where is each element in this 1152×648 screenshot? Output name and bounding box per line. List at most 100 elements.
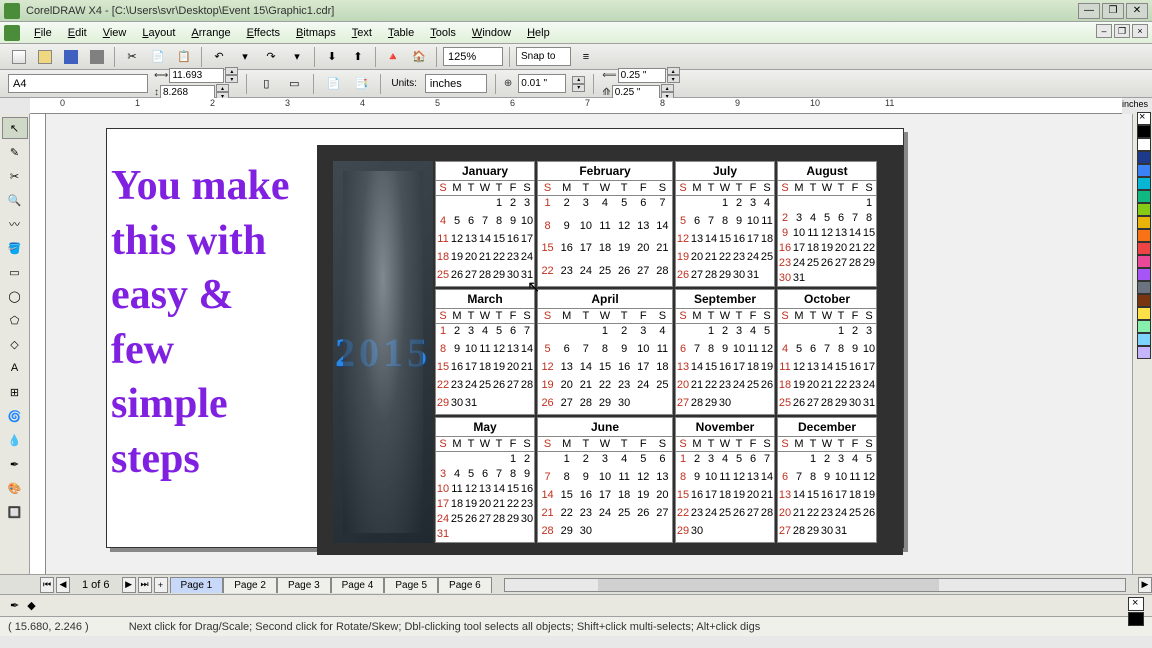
page-tab-6[interactable]: Page 6 <box>438 577 492 593</box>
last-page-button[interactable]: ⏭ <box>138 577 152 593</box>
month-may[interactable]: MaySMTWTFS123456789101112131415161718192… <box>435 417 535 543</box>
menu-effects[interactable]: Effects <box>239 25 288 41</box>
color-swatch[interactable] <box>1137 320 1151 333</box>
menu-bitmaps[interactable]: Bitmaps <box>288 25 344 41</box>
undo-dropdown[interactable]: ▾ <box>234 46 256 68</box>
new-button[interactable] <box>8 46 30 68</box>
fill-color-icon[interactable]: ◆ <box>27 599 35 612</box>
save-button[interactable] <box>60 46 82 68</box>
decorative-text-object[interactable]: You makethis witheasy &fewsimplesteps <box>111 159 290 487</box>
month-june[interactable]: JuneSMTWTFS12345678910111213141516171819… <box>537 417 673 543</box>
calendar-object[interactable]: JanuarySMTWTFS12345678910111213141516171… <box>317 145 903 555</box>
scroll-right-button[interactable]: ▶ <box>1138 577 1152 593</box>
menu-help[interactable]: Help <box>519 25 558 41</box>
color-swatch[interactable] <box>1137 268 1151 281</box>
page-tab-4[interactable]: Page 4 <box>331 577 385 593</box>
menu-text[interactable]: Text <box>344 25 380 41</box>
vertical-ruler[interactable] <box>30 114 46 574</box>
prev-page-button[interactable]: ◀ <box>56 577 70 593</box>
eyedropper-tool[interactable]: 💧 <box>2 429 28 451</box>
import-button[interactable]: ⬇ <box>321 46 343 68</box>
color-swatch[interactable] <box>1137 177 1151 190</box>
app-launcher-button[interactable]: 🔺 <box>382 46 404 68</box>
color-swatch[interactable] <box>1137 333 1151 346</box>
copy-button[interactable]: 📄 <box>147 46 169 68</box>
menu-table[interactable]: Table <box>380 25 422 41</box>
outline-tool[interactable]: ✒ <box>2 453 28 475</box>
canvas[interactable]: You makethis witheasy &fewsimplesteps Ja… <box>46 114 1132 574</box>
add-page-button[interactable]: + <box>154 577 168 593</box>
pick-tool[interactable]: ↖ <box>2 117 28 139</box>
redo-dropdown[interactable]: ▾ <box>286 46 308 68</box>
welcome-button[interactable]: 🏠 <box>408 46 430 68</box>
horizontal-scrollbar[interactable] <box>504 578 1126 592</box>
menu-layout[interactable]: Layout <box>134 25 183 41</box>
color-swatch[interactable] <box>1137 125 1151 138</box>
redo-button[interactable]: ↷ <box>260 46 282 68</box>
color-swatch[interactable] <box>1137 346 1151 359</box>
export-button[interactable]: ⬆ <box>347 46 369 68</box>
month-august[interactable]: AugustSMTWTFS123456789101112131415161718… <box>777 161 877 287</box>
table-tool[interactable]: ⊞ <box>2 381 28 403</box>
month-march[interactable]: MarchSMTWTFS1234567891011121314151617181… <box>435 289 535 415</box>
page-tab-2[interactable]: Page 2 <box>223 577 277 593</box>
color-swatch[interactable] <box>1137 138 1151 151</box>
basic-shapes-tool[interactable]: ◇ <box>2 333 28 355</box>
outline-swatch[interactable] <box>1128 612 1144 626</box>
month-july[interactable]: JulySMTWTFS12345678910111213141516171819… <box>675 161 775 287</box>
color-swatch[interactable] <box>1137 216 1151 229</box>
all-pages-button[interactable]: 📄 <box>322 73 344 95</box>
crop-tool[interactable]: ✂ <box>2 165 28 187</box>
no-color-swatch[interactable]: × <box>1137 112 1151 125</box>
month-january[interactable]: JanuarySMTWTFS12345678910111213141516171… <box>435 161 535 287</box>
paper-size-select[interactable] <box>8 74 148 93</box>
menu-view[interactable]: View <box>95 25 135 41</box>
color-swatch[interactable] <box>1137 255 1151 268</box>
current-page-button[interactable]: 📑 <box>350 73 372 95</box>
snap-to-select[interactable] <box>516 47 571 66</box>
close-button[interactable]: ✕ <box>1126 3 1148 19</box>
color-swatch[interactable] <box>1137 190 1151 203</box>
menu-arrange[interactable]: Arrange <box>183 25 238 41</box>
month-february[interactable]: FebruarySMTWTFS1234567891011121314151617… <box>537 161 673 287</box>
paste-button[interactable]: 📋 <box>173 46 195 68</box>
month-september[interactable]: SeptemberSMTWTFS123456789101112131415161… <box>675 289 775 415</box>
color-swatch[interactable] <box>1137 151 1151 164</box>
landscape-button[interactable]: ▭ <box>283 73 305 95</box>
print-button[interactable] <box>86 46 108 68</box>
rectangle-tool[interactable]: ▭ <box>2 261 28 283</box>
freehand-tool[interactable]: 〰 <box>2 213 28 235</box>
page-tab-3[interactable]: Page 3 <box>277 577 331 593</box>
page[interactable]: You makethis witheasy &fewsimplesteps Ja… <box>106 128 904 548</box>
color-swatch[interactable] <box>1137 307 1151 320</box>
text-tool[interactable]: A <box>2 357 28 379</box>
maximize-button[interactable]: ❐ <box>1102 3 1124 19</box>
page-tab-1[interactable]: Page 1 <box>170 577 224 593</box>
first-page-button[interactable]: ⏮ <box>40 577 54 593</box>
menu-tools[interactable]: Tools <box>422 25 464 41</box>
smart-fill-tool[interactable]: 🪣 <box>2 237 28 259</box>
units-select[interactable] <box>425 74 487 93</box>
polygon-tool[interactable]: ⬠ <box>2 309 28 331</box>
menu-window[interactable]: Window <box>464 25 519 41</box>
color-swatch[interactable] <box>1137 164 1151 177</box>
menu-edit[interactable]: Edit <box>60 25 95 41</box>
portrait-button[interactable]: ▯ <box>255 73 277 95</box>
nudge-distance-input[interactable] <box>518 74 566 93</box>
month-december[interactable]: DecemberSMTWTFS1234567891011121314151617… <box>777 417 877 543</box>
calendar-center-image[interactable]: 2015 <box>333 161 433 543</box>
outline-color-icon[interactable]: ✒ <box>10 599 19 612</box>
menu-file[interactable]: File <box>26 25 60 41</box>
color-swatch[interactable] <box>1137 281 1151 294</box>
color-swatch[interactable] <box>1137 294 1151 307</box>
open-button[interactable] <box>34 46 56 68</box>
doc-restore-button[interactable]: ❐ <box>1114 24 1130 38</box>
undo-button[interactable]: ↶ <box>208 46 230 68</box>
page-tab-5[interactable]: Page 5 <box>384 577 438 593</box>
horizontal-ruler[interactable]: 01234567891011 <box>30 98 1122 114</box>
next-page-button[interactable]: ▶ <box>122 577 136 593</box>
page-width-input[interactable] <box>169 68 224 83</box>
minimize-button[interactable]: — <box>1078 3 1100 19</box>
duplicate-x-input[interactable] <box>618 68 666 83</box>
doc-minimize-button[interactable]: – <box>1096 24 1112 38</box>
